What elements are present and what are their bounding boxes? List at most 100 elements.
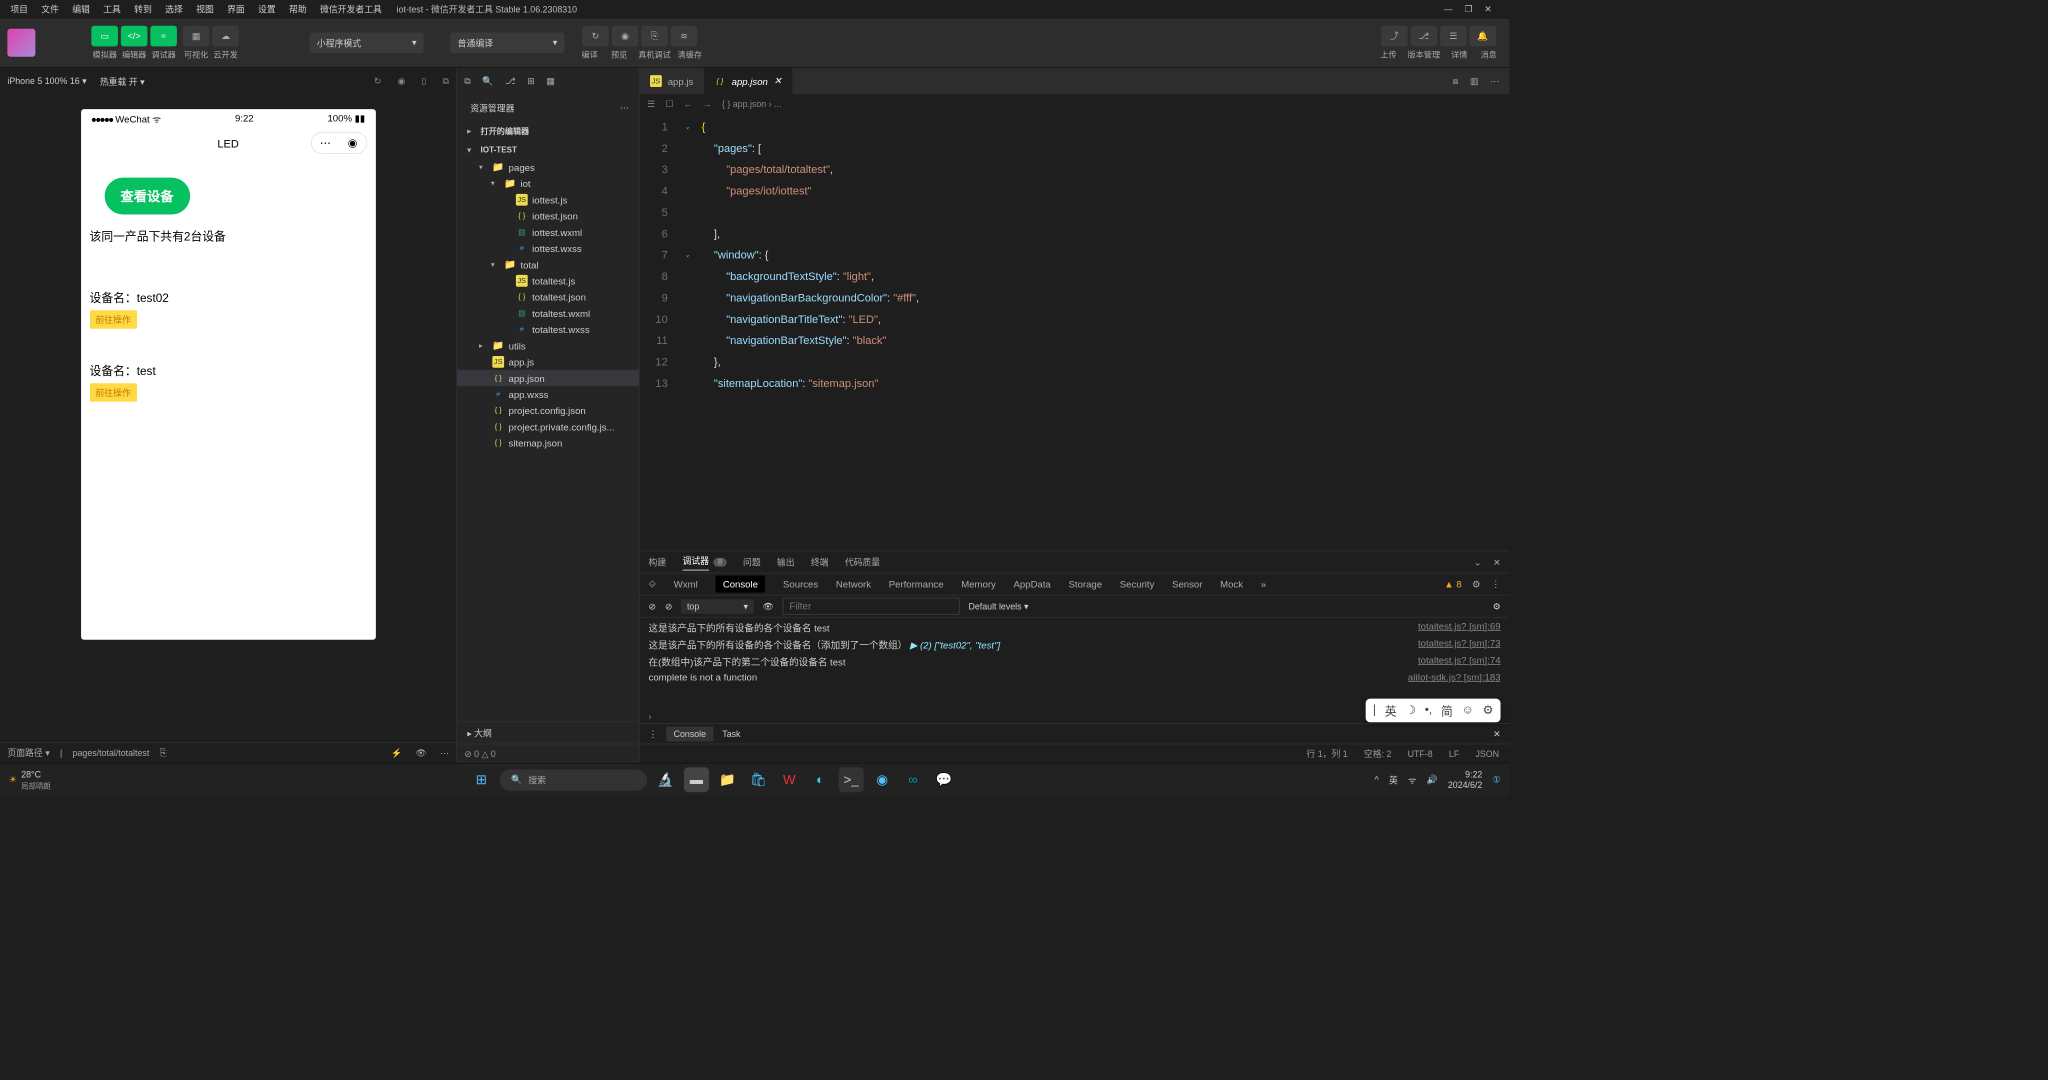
api-icon[interactable]: ▦ bbox=[546, 76, 554, 87]
tree-item-sitemap.json[interactable]: { }sitemap.json bbox=[457, 435, 639, 451]
tree-item-totaltest.json[interactable]: { }totaltest.json bbox=[457, 289, 639, 305]
compile-button[interactable]: ↻ bbox=[582, 25, 609, 46]
layout-icon[interactable]: ▥ bbox=[1470, 76, 1478, 86]
close-tab-icon[interactable]: ✕ bbox=[774, 75, 782, 87]
devtab-network[interactable]: Network bbox=[836, 579, 871, 590]
simulator-button[interactable]: ▭ bbox=[91, 25, 118, 46]
open-editors-section[interactable]: ▸打开的编辑器 bbox=[457, 121, 639, 142]
panel-close-icon[interactable]: ✕ bbox=[1493, 557, 1500, 567]
bookmark-icon[interactable]: ☐ bbox=[665, 99, 673, 109]
editor-button[interactable]: </> bbox=[121, 25, 148, 46]
eye-icon[interactable]: 👁 bbox=[415, 748, 426, 758]
detail-button[interactable]: ☰ bbox=[1440, 25, 1467, 46]
devtab-memory[interactable]: Memory bbox=[961, 579, 996, 590]
maximize-button[interactable]: ❐ bbox=[1459, 2, 1479, 15]
task-wechat[interactable]: 💬 bbox=[931, 767, 956, 792]
task-store[interactable]: 🛍 bbox=[746, 767, 771, 792]
eol[interactable]: LF bbox=[1449, 748, 1459, 758]
branch-icon[interactable]: ⎇ bbox=[505, 76, 515, 87]
ime-indicator[interactable]: |英☽•,简☺⚙ bbox=[1365, 699, 1500, 723]
console-stop-icon[interactable]: ⊘ bbox=[665, 601, 672, 611]
devtab-sources[interactable]: Sources bbox=[783, 579, 818, 590]
tree-item-pages[interactable]: ▾📁pages bbox=[457, 159, 639, 175]
tree-item-app.js[interactable]: JSapp.js bbox=[457, 354, 639, 370]
console-clear-icon[interactable]: ⊘ bbox=[649, 601, 656, 611]
tree-item-iottest.js[interactable]: JSiottest.js bbox=[457, 192, 639, 208]
task-edge[interactable]: ◐ bbox=[808, 767, 833, 792]
panel-menu-icon[interactable]: ⋮ bbox=[649, 729, 658, 739]
tree-item-app.wxss[interactable]: #app.wxss bbox=[457, 386, 639, 402]
tree-item-iottest.json[interactable]: { }iottest.json bbox=[457, 208, 639, 224]
console-context-select[interactable]: top▾ bbox=[681, 599, 754, 614]
back-icon[interactable]: ← bbox=[684, 99, 693, 109]
task-app-3[interactable]: ◉ bbox=[870, 767, 895, 792]
console-settings-icon[interactable]: ⚙ bbox=[1493, 601, 1501, 611]
panel-tab-debugger[interactable]: 调试器 bbox=[682, 554, 709, 570]
panel-footer-task[interactable]: Task bbox=[722, 729, 740, 739]
visualize-button[interactable]: ▦ bbox=[183, 25, 210, 46]
devtab-more[interactable]: » bbox=[1261, 579, 1266, 590]
list-icon[interactable]: ☰ bbox=[647, 99, 655, 109]
devtab-security[interactable]: Security bbox=[1120, 579, 1155, 590]
menu-tool[interactable]: 工具 bbox=[97, 1, 126, 16]
console-levels-select[interactable]: Default levels ▾ bbox=[968, 601, 1028, 611]
outline-section[interactable]: ▸ 大纲 bbox=[457, 722, 639, 744]
devtools-more-icon[interactable]: ⋮ bbox=[1491, 578, 1501, 590]
debugger-button[interactable]: ≈ bbox=[150, 25, 177, 46]
refresh-icon[interactable]: ↻ bbox=[374, 76, 381, 86]
message-button[interactable]: 🔔 bbox=[1470, 25, 1497, 46]
tab-app-js[interactable]: JSapp.js bbox=[640, 68, 704, 95]
cursor-position[interactable]: 行 1，列 1 bbox=[1306, 747, 1347, 760]
clear-cache-button[interactable]: ≋ bbox=[671, 25, 698, 46]
popout-icon[interactable]: ⧉ bbox=[443, 76, 449, 87]
compile-select[interactable]: 普通编译▾ bbox=[450, 32, 564, 53]
panel-tab-output[interactable]: 输出 bbox=[777, 556, 795, 569]
menu-devtools[interactable]: 微信开发者工具 bbox=[314, 1, 388, 16]
menu-settings[interactable]: 设置 bbox=[252, 1, 281, 16]
avatar[interactable] bbox=[7, 29, 35, 57]
code-content[interactable]: { "pages": [ "pages/total/totaltest", "p… bbox=[694, 113, 1509, 550]
devtools-inspect-icon[interactable]: ⟐ bbox=[649, 578, 657, 590]
tree-item-project.config.json[interactable]: { }project.config.json bbox=[457, 402, 639, 418]
menu-view[interactable]: 视图 bbox=[190, 1, 219, 16]
start-button[interactable]: ⊞ bbox=[469, 767, 494, 792]
console-filter-input[interactable] bbox=[783, 598, 960, 615]
split-icon[interactable]: ⧈ bbox=[1453, 76, 1459, 87]
breadcrumb-path[interactable]: { } app.json › ... bbox=[722, 99, 781, 109]
devtab-performance[interactable]: Performance bbox=[889, 579, 944, 590]
files-icon[interactable]: ⧉ bbox=[464, 76, 470, 87]
menu-select[interactable]: 选择 bbox=[159, 1, 188, 16]
tree-item-total[interactable]: ▾📁total bbox=[457, 256, 639, 272]
tree-item-project.private.config.js...[interactable]: { }project.private.config.js... bbox=[457, 419, 639, 435]
taskbar-weather[interactable]: ☀ 28°C局部晴朗 bbox=[9, 769, 51, 790]
devtab-sensor[interactable]: Sensor bbox=[1172, 579, 1202, 590]
tree-item-utils[interactable]: ▸📁utils bbox=[457, 338, 639, 354]
device-select[interactable]: iPhone 5 100% 16 ▾ bbox=[7, 76, 86, 86]
phone-simulator[interactable]: ●●●●● WeChat ᯤ 9:22 100% ▮▮ LED ⋯◉ 查看设备 … bbox=[81, 109, 376, 640]
page-path-label[interactable]: 页面路径 ▾ bbox=[7, 747, 49, 760]
task-terminal[interactable]: >_ bbox=[839, 767, 864, 792]
preview-button[interactable]: ◉ bbox=[612, 25, 639, 46]
devtab-appdata[interactable]: AppData bbox=[1014, 579, 1051, 590]
indent-setting[interactable]: 空格: 2 bbox=[1364, 747, 1392, 760]
panel-tab-quality[interactable]: 代码质量 bbox=[845, 556, 880, 569]
devtab-console[interactable]: Console bbox=[715, 576, 765, 593]
capsule[interactable]: ⋯◉ bbox=[311, 132, 367, 154]
tray-clock[interactable]: 9:222024/6/2 bbox=[1448, 769, 1482, 790]
taskbar-search[interactable]: 🔍 搜索 bbox=[500, 769, 647, 790]
panel-tab-build[interactable]: 构建 bbox=[649, 556, 667, 569]
console-output[interactable]: 这是该产品下的所有设备的各个设备名 testtotaltest.js? [sm]… bbox=[640, 618, 1510, 710]
language-mode[interactable]: JSON bbox=[1475, 748, 1499, 758]
tree-item-iottest.wxss[interactable]: #iottest.wxss bbox=[457, 240, 639, 256]
hot-reload-toggle[interactable]: 热重载 开 ▾ bbox=[100, 75, 145, 88]
device-action-button[interactable]: 前往操作 bbox=[90, 310, 137, 328]
devtab-storage[interactable]: Storage bbox=[1069, 579, 1103, 590]
tray-notifications[interactable]: ① bbox=[1493, 775, 1501, 785]
task-arduino[interactable]: ∞ bbox=[901, 767, 926, 792]
tree-item-totaltest.js[interactable]: JStotaltest.js bbox=[457, 273, 639, 289]
panel-footer-console[interactable]: Console bbox=[666, 726, 713, 741]
tray-lang[interactable]: 英 bbox=[1389, 773, 1398, 786]
tray-wifi[interactable]: ᯤ bbox=[1408, 773, 1416, 786]
phone-icon[interactable]: ▯ bbox=[421, 76, 426, 86]
tree-item-iot[interactable]: ▾📁iot bbox=[457, 175, 639, 191]
